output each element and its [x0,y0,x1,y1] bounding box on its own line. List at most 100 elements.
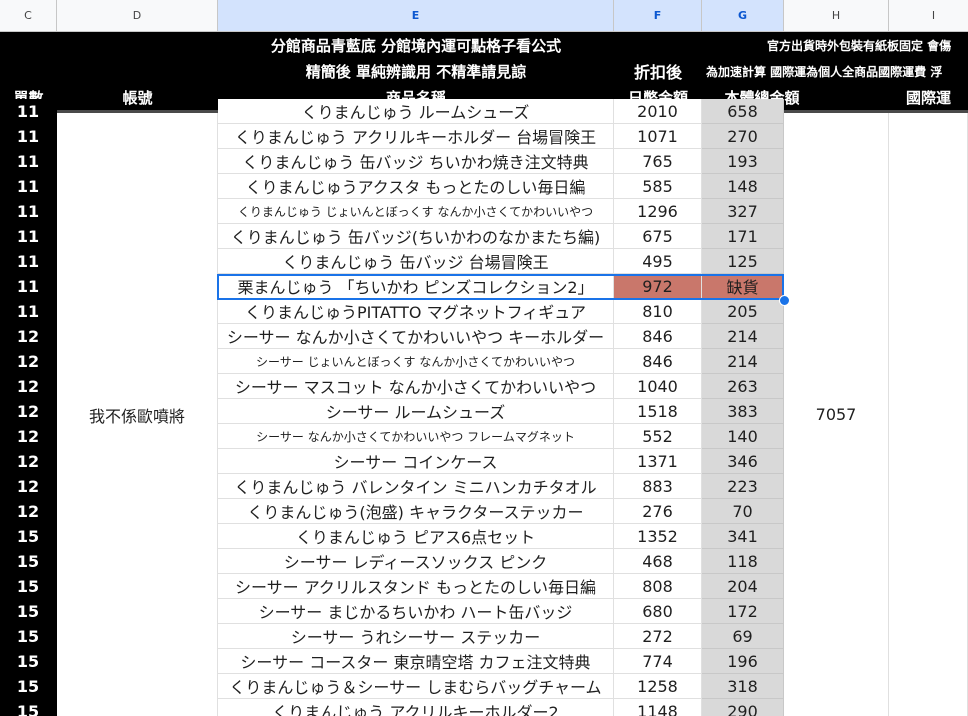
column-header-f[interactable]: F [614,0,702,32]
total-amount-cell[interactable]: 118 [702,549,784,574]
row-count-cell[interactable]: 11 [0,249,57,274]
header-discount-label[interactable]: 折扣後 [614,58,702,84]
total-amount-cell[interactable]: 193 [702,149,784,174]
total-amount-cell[interactable]: 171 [702,224,784,249]
product-name-cell[interactable]: シーサー まじかるちいかわ ハート缶バッジ [218,599,614,624]
row-count-cell[interactable]: 15 [0,524,57,549]
row-count-cell[interactable]: 11 [0,224,57,249]
jpy-amount-cell[interactable]: 468 [614,549,702,574]
product-name-cell[interactable]: シーサー ルームシューズ [218,399,614,424]
row-count-cell[interactable]: 15 [0,674,57,699]
total-amount-cell[interactable]: 205 [702,299,784,324]
jpy-amount-cell[interactable]: 276 [614,499,702,524]
total-amount-cell[interactable]: 223 [702,474,784,499]
total-amount-cell[interactable]: 148 [702,174,784,199]
product-name-cell[interactable]: くりまんじゅう ルームシューズ [218,99,614,124]
row-count-cell[interactable]: 11 [0,124,57,149]
product-name-cell[interactable]: シーサー じょいんとぼっくす なんか小さくてかわいいやつ [218,349,614,374]
jpy-amount-cell[interactable]: 552 [614,424,702,449]
total-amount-cell[interactable]: 69 [702,624,784,649]
row-count-cell[interactable]: 12 [0,349,57,374]
jpy-amount-cell[interactable]: 2010 [614,99,702,124]
row-count-cell[interactable]: 11 [0,149,57,174]
total-cell[interactable]: 7057 [784,113,889,716]
header-note-right-line1[interactable]: 官方出貨時外包裝有紙板固定 會傷 [767,32,968,58]
jpy-amount-cell[interactable]: 1040 [614,374,702,399]
jpy-amount-cell[interactable]: 1518 [614,399,702,424]
row-count-cell[interactable]: 11 [0,199,57,224]
product-name-cell[interactable]: シーサー コインケース [218,449,614,474]
total-amount-cell[interactable]: 204 [702,574,784,599]
header-intl-shipping[interactable]: 國際運 [889,84,968,110]
total-amount-cell[interactable]: 125 [702,249,784,274]
product-name-cell[interactable]: シーサー アクリルスタンド もっとたのしい毎日編 [218,574,614,599]
total-amount-cell[interactable]: 214 [702,349,784,374]
product-name-cell[interactable]: シーサー うれシーサー ステッカー [218,624,614,649]
jpy-amount-cell[interactable]: 1258 [614,674,702,699]
jpy-amount-cell[interactable]: 585 [614,174,702,199]
total-amount-cell[interactable]: 263 [702,374,784,399]
row-count-cell[interactable]: 12 [0,449,57,474]
total-amount-cell[interactable]: 214 [702,324,784,349]
jpy-amount-cell[interactable]: 495 [614,249,702,274]
jpy-amount-cell[interactable]: 1371 [614,449,702,474]
row-count-cell[interactable]: 12 [0,499,57,524]
header-account[interactable]: 帳號 [57,84,218,110]
jpy-amount-cell[interactable]: 774 [614,649,702,674]
product-name-cell[interactable]: くりまんじゅう アクリルキーホルダー 台場冒険王 [218,124,614,149]
product-name-cell[interactable]: くりまんじゅう ピアス6点セット [218,524,614,549]
product-name-cell[interactable]: くりまんじゅうPITATTO マグネットフィギュア [218,299,614,324]
product-name-cell[interactable]: シーサー なんか小さくてかわいいやつ フレームマグネット [218,424,614,449]
column-header-h[interactable]: H [784,0,889,32]
total-amount-cell[interactable]: 缺貨 [702,274,784,299]
row-count-cell[interactable]: 11 [0,274,57,299]
fill-handle[interactable] [779,295,790,306]
product-name-cell[interactable]: くりまんじゅう 缶バッジ ちいかわ焼き注文特典 [218,149,614,174]
total-amount-cell[interactable]: 658 [702,99,784,124]
jpy-amount-cell[interactable]: 1071 [614,124,702,149]
jpy-amount-cell[interactable]: 765 [614,149,702,174]
total-amount-cell[interactable]: 383 [702,399,784,424]
row-count-cell[interactable]: 12 [0,424,57,449]
product-name-cell[interactable]: シーサー コースター 東京晴空塔 カフェ注文特典 [218,649,614,674]
intl-shipping-cell[interactable] [889,113,968,716]
account-cell[interactable]: 我不係歐噴將 [57,113,218,716]
row-count-cell[interactable]: 12 [0,374,57,399]
row-count-cell[interactable]: 15 [0,599,57,624]
row-count-cell[interactable]: 15 [0,699,57,716]
row-count-cell[interactable]: 11 [0,299,57,324]
jpy-amount-cell[interactable]: 810 [614,299,702,324]
row-count-cell[interactable]: 15 [0,574,57,599]
product-name-cell[interactable]: シーサー なんか小さくてかわいいやつ キーホルダー [218,324,614,349]
jpy-amount-cell[interactable]: 883 [614,474,702,499]
header-note-e-line1[interactable]: 分館商品青藍底 分館境內運可點格子看公式 [218,32,614,58]
total-amount-cell[interactable]: 327 [702,199,784,224]
product-name-cell[interactable]: シーサー マスコット なんか小さくてかわいいやつ [218,374,614,399]
column-header-e[interactable]: E [218,0,614,32]
jpy-amount-cell[interactable]: 846 [614,324,702,349]
product-name-cell[interactable]: くりまんじゅう アクリルキーホルダー2 [218,699,614,716]
product-name-cell[interactable]: くりまんじゅう(泡盛) キャラクターステッカー [218,499,614,524]
row-count-cell[interactable]: 12 [0,474,57,499]
total-amount-cell[interactable]: 341 [702,524,784,549]
jpy-amount-cell[interactable]: 972 [614,274,702,299]
row-count-cell[interactable]: 15 [0,649,57,674]
total-amount-cell[interactable]: 270 [702,124,784,149]
header-note-right-line2[interactable]: 為加速計算 國際運為個人全商品國際運費 浮 [706,58,968,84]
jpy-amount-cell[interactable]: 680 [614,599,702,624]
column-header-g[interactable]: G [702,0,784,32]
product-name-cell[interactable]: くりまんじゅう じょいんとぼっくす なんか小さくてかわいいやつ [218,199,614,224]
jpy-amount-cell[interactable]: 675 [614,224,702,249]
total-amount-cell[interactable]: 290 [702,699,784,716]
jpy-amount-cell[interactable]: 1296 [614,199,702,224]
jpy-amount-cell[interactable]: 1352 [614,524,702,549]
row-count-cell[interactable]: 15 [0,624,57,649]
total-amount-cell[interactable]: 172 [702,599,784,624]
jpy-amount-cell[interactable]: 272 [614,624,702,649]
total-amount-cell[interactable]: 140 [702,424,784,449]
product-name-cell[interactable]: くりまんじゅう バレンタイン ミニハンカチタオル [218,474,614,499]
product-name-cell[interactable]: シーサー レディースソックス ピンク [218,549,614,574]
product-name-cell[interactable]: くりまんじゅうアクスタ もっとたのしい毎日編 [218,174,614,199]
jpy-amount-cell[interactable]: 1148 [614,699,702,716]
row-count-cell[interactable]: 12 [0,399,57,424]
